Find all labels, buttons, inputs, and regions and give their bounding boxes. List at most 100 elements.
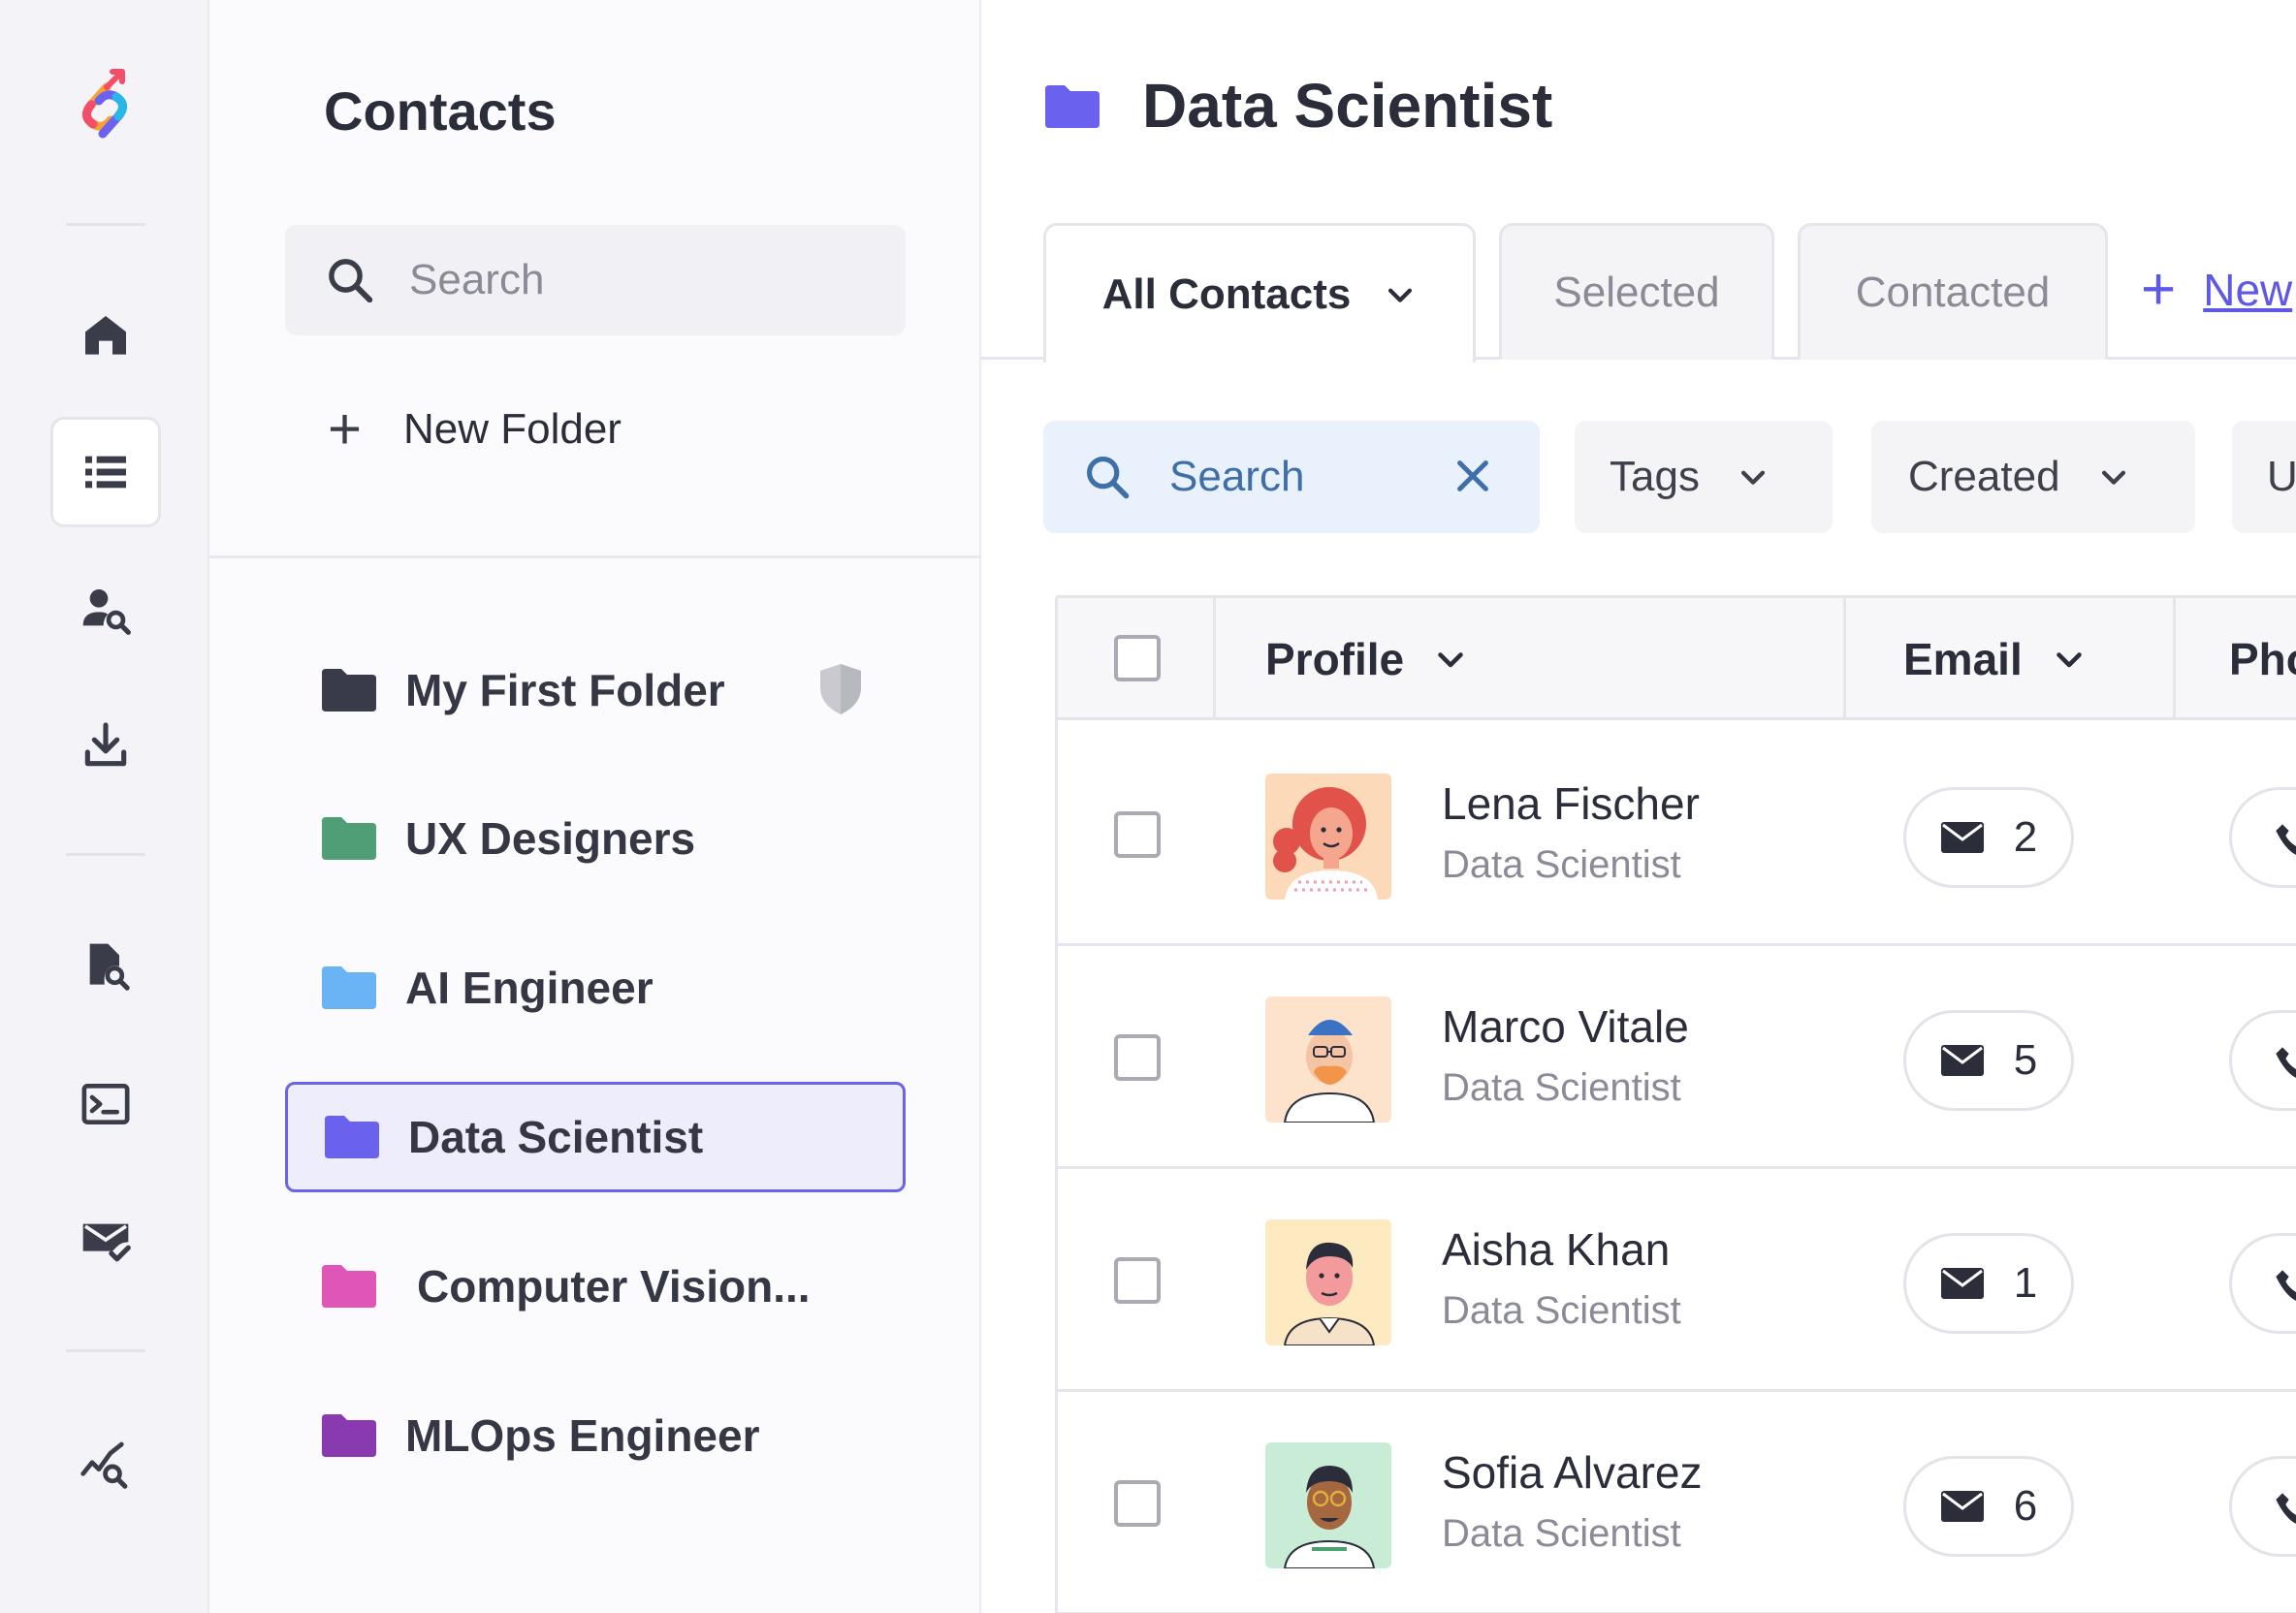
row-checkbox[interactable] [1114,1480,1161,1527]
rail-campaigns-button[interactable] [50,1185,161,1295]
email-count-button[interactable]: 2 [1903,787,2074,888]
email-count-button[interactable]: 1 [1903,1233,2074,1334]
rail-analytics-button[interactable] [50,1409,161,1520]
panel-title: Contacts [324,80,557,142]
email-count: 5 [2013,1036,2038,1084]
page-title: Data Scientist [1142,71,1553,141]
contact-name[interactable]: Lena Fischer [1442,777,1700,830]
plus-icon: + [2141,256,2177,323]
home-icon [85,316,126,355]
chevron-down-icon [1388,288,1413,302]
folder-icon [1045,85,1100,128]
table-row[interactable]: Lena Fischer Data Scientist 2 [1058,723,2296,946]
tab-all-contacts[interactable]: All Contacts [1043,223,1476,363]
folder-icon [322,817,376,860]
table-row[interactable]: Marco Vitale Data Scientist 5 [1058,946,2296,1169]
new-tab-button[interactable]: + New [2141,260,2292,320]
tags-filter-dropdown[interactable]: Tags [1575,421,1833,533]
filter-label: U [2267,453,2296,500]
contact-name[interactable]: Marco Vitale [1442,1000,1689,1053]
contacts-table: Profile Email Pho [1055,595,2296,1613]
column-divider [2173,598,2176,720]
avatar [1265,1219,1391,1345]
mail-icon [1940,1268,1984,1299]
tab-label: Selected [1553,269,1720,316]
rail-import-button[interactable] [50,690,161,801]
contact-name[interactable]: Aisha Khan [1442,1223,1670,1276]
column-header-profile[interactable]: Profile [1265,598,1468,720]
phone-button[interactable] [2229,1233,2296,1334]
shield-icon [820,664,861,714]
folder-icon [322,1265,376,1308]
column-header-phone[interactable]: Pho [2229,598,2296,720]
rail-find-people-button[interactable] [50,554,161,665]
contact-role: Data Scientist [1442,843,1681,886]
table-row[interactable]: Sofia Alvarez Data Scientist 6 [1058,1392,2296,1613]
download-icon [84,722,127,767]
table-header: Profile Email Pho [1058,598,2296,720]
folder-item-computer-vision[interactable]: Computer Vision... [285,1231,906,1342]
folder-item-my-first-folder[interactable]: My First Folder [285,635,906,745]
folder-icon [322,1414,376,1457]
search-icon [1086,456,1130,499]
contact-search-input[interactable]: Search [1043,421,1540,533]
tab-label: Contacted [1855,269,2051,316]
table-row[interactable]: Aisha Khan Data Scientist 1 [1058,1169,2296,1392]
contact-role: Data Scientist [1442,1066,1681,1109]
rail-documents-button[interactable] [50,911,161,1022]
phone-button[interactable] [2229,1456,2296,1557]
rail-home-button[interactable] [50,281,161,392]
panel-divider [209,555,981,558]
column-label: Pho [2229,634,2296,684]
contact-role: Data Scientist [1442,1512,1681,1555]
folder-item-ai-engineer[interactable]: AI Engineer [285,933,906,1043]
row-checkbox[interactable] [1114,1257,1161,1304]
app-logo-icon[interactable] [64,66,145,155]
tab-contacted[interactable]: Contacted [1798,223,2108,360]
folder-icon [325,1116,379,1158]
rail-terminal-button[interactable] [50,1049,161,1159]
email-count: 6 [2013,1482,2038,1530]
folder-panel: Contacts Search + New Folder My First Fo… [209,0,981,1613]
column-label: Profile [1265,634,1405,684]
tab-selected[interactable]: Selected [1499,223,1774,360]
folder-search-input[interactable]: Search [285,225,906,335]
created-filter-dropdown[interactable]: Created [1871,421,2195,533]
main-content: Data Scientist All Contacts Selected Con… [981,0,2296,1613]
more-filter-dropdown[interactable]: U [2232,421,2296,533]
email-count-button[interactable]: 6 [1903,1456,2074,1557]
mail-icon [1940,822,1984,853]
phone-button[interactable] [2229,787,2296,888]
new-folder-button[interactable]: + New Folder [328,395,622,463]
column-header-email[interactable]: Email [1903,598,2087,720]
folder-item-mlops-engineer[interactable]: MLOps Engineer [285,1380,906,1491]
filter-label: Created [1908,453,2060,500]
phone-icon [2276,1270,2296,1301]
rail-divider [66,1349,145,1352]
contact-name[interactable]: Sofia Alvarez [1442,1446,1702,1499]
select-all-checkbox[interactable] [1114,635,1161,681]
folder-label: AI Engineer [405,963,654,1013]
rail-contacts-button[interactable] [50,417,161,527]
email-count: 1 [2013,1259,2038,1307]
row-checkbox[interactable] [1114,811,1161,858]
mail-check-icon [82,1223,131,1262]
chevron-down-icon [2056,652,2082,668]
chevron-down-icon [1438,652,1463,668]
mail-icon [1940,1045,1984,1076]
phone-icon [2276,1047,2296,1078]
folder-label: Computer Vision... [417,1261,811,1312]
icon-rail [0,0,209,1613]
tab-label: All Contacts [1101,269,1352,318]
terminal-icon [81,1084,130,1124]
user-search-icon [82,589,131,635]
rail-divider [66,223,145,226]
folder-item-data-scientist[interactable]: Data Scientist [285,1082,906,1192]
folder-item-ux-designers[interactable]: UX Designers [285,783,906,894]
phone-button[interactable] [2229,1010,2296,1111]
clear-search-icon[interactable] [1451,454,1495,498]
folder-label: MLOps Engineer [405,1410,760,1461]
email-count-button[interactable]: 5 [1903,1010,2074,1111]
row-checkbox[interactable] [1114,1034,1161,1081]
folder-icon [322,669,376,712]
